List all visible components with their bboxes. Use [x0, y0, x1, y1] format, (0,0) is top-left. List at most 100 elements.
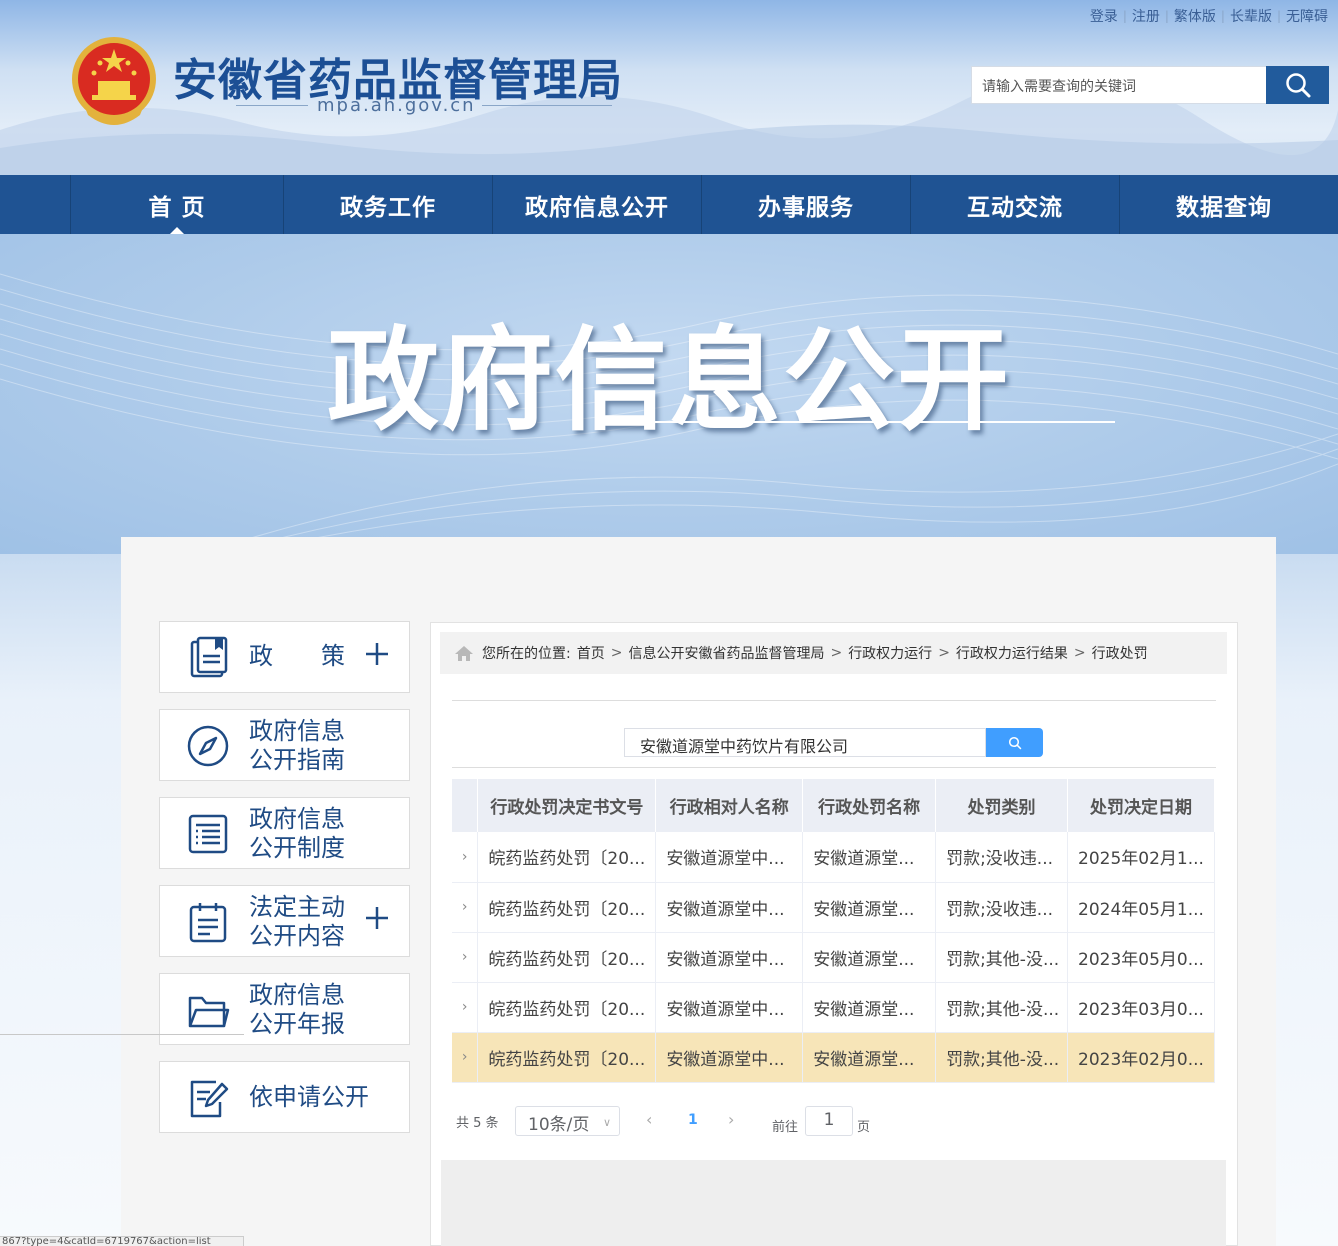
table-row-highlighted[interactable]: › 皖药监药处罚〔20... 安徽道源堂中... 安徽道源堂... 罚款;其他-…: [452, 1032, 1215, 1083]
table-cell: 安徽道源堂中...: [655, 1032, 804, 1083]
breadcrumb-link-power-operation[interactable]: 行政权力运行: [848, 643, 932, 663]
page-size-select[interactable]: 10条/页 ∨: [515, 1106, 620, 1136]
banner-underline: [602, 421, 1115, 423]
sidebar-item-label: 政府信息 公开制度: [249, 805, 345, 862]
elder-mode-link[interactable]: 长辈版: [1230, 6, 1272, 26]
goto-label: 前往: [772, 1120, 799, 1135]
table-cell: 安徽道源堂...: [802, 932, 937, 983]
penalty-search-button[interactable]: [986, 728, 1043, 757]
expand-plus-icon[interactable]: [363, 904, 391, 932]
table-cell: 2024年05月1...: [1067, 882, 1215, 933]
sidebar-item-label: 依申请公开: [249, 1083, 369, 1111]
table-cell: 罚款;没收违...: [935, 832, 1069, 883]
prev-page-button[interactable]: ‹: [646, 1110, 652, 1129]
clipboard-icon: [189, 903, 227, 943]
table-cell: 安徽道源堂...: [802, 882, 937, 933]
nav-item-government-affairs[interactable]: 政务工作: [283, 175, 492, 234]
site-domain: mpa.ah.gov.cn: [317, 95, 476, 116]
site-header: 登录 | 注册 | 繁体版 | 长辈版 | 无障碍 安徽省药品监督管理局 mpa.ah.…: [0, 0, 1338, 175]
sidebar-item-label: 法定主动 公开内容: [249, 893, 345, 950]
expand-plus-icon[interactable]: [363, 640, 391, 668]
compass-icon: [187, 725, 229, 767]
banner: 政府信息公开: [0, 234, 1338, 554]
expand-row-icon[interactable]: ›: [452, 832, 479, 883]
nav-item-info-disclosure[interactable]: 政府信息公开: [492, 175, 701, 234]
sidebar-item-label: 政府信息 公开指南: [249, 717, 345, 774]
nav-item-services[interactable]: 办事服务: [701, 175, 910, 234]
table-cell: 安徽道源堂...: [802, 1032, 937, 1083]
sidebar-item-apply-disclosure[interactable]: 依申请公开: [159, 1061, 410, 1133]
divider: [236, 105, 308, 106]
table-cell: 安徽道源堂...: [802, 982, 937, 1033]
breadcrumb-link-home[interactable]: 首页: [577, 643, 605, 663]
page-size-value: 10条/页: [528, 1115, 590, 1135]
table-cell: 罚款;其他-没...: [935, 1032, 1069, 1083]
footer-placeholder: [441, 1160, 1226, 1246]
national-emblem-icon[interactable]: [70, 35, 158, 127]
divider: [452, 700, 1216, 701]
home-icon: [455, 646, 473, 661]
edit-form-icon: [190, 1080, 229, 1118]
divider: [482, 105, 612, 106]
nav-item-interaction[interactable]: 互动交流: [910, 175, 1119, 234]
expand-row-icon[interactable]: ›: [452, 982, 479, 1033]
search-icon: [1285, 73, 1310, 98]
register-link[interactable]: 注册: [1132, 6, 1160, 26]
next-page-button[interactable]: ›: [728, 1110, 734, 1129]
breadcrumb-link-penalty[interactable]: 行政处罚: [1092, 643, 1148, 663]
table-cell: 皖药监药处罚〔20...: [477, 1032, 657, 1083]
breadcrumb-link-power-results[interactable]: 行政权力运行结果: [956, 643, 1068, 663]
table-cell: 2023年02月0...: [1067, 1032, 1215, 1083]
table-cell: 2023年05月0...: [1067, 932, 1215, 983]
sidebar-item-policy[interactable]: 政 策: [159, 621, 410, 693]
page-number-current[interactable]: 1: [688, 1112, 698, 1128]
sidebar-item-mandatory-content[interactable]: 法定主动 公开内容: [159, 885, 410, 957]
divider: [0, 1034, 244, 1035]
search-icon: [1008, 736, 1021, 749]
breadcrumb-prefix: 您所在的位置:: [482, 646, 571, 662]
list-icon: [188, 814, 228, 854]
expand-row-icon[interactable]: ›: [452, 932, 479, 983]
breadcrumb-link-disclosure[interactable]: 信息公开安徽省药品监督管理局: [628, 643, 824, 663]
top-links: 登录 | 注册 | 繁体版 | 长辈版 | 无障碍: [1090, 6, 1328, 26]
expand-column-header: [452, 779, 479, 832]
accessibility-link[interactable]: 无障碍: [1286, 6, 1328, 26]
table-cell: 安徽道源堂...: [802, 832, 937, 883]
chevron-down-icon: ∨: [602, 1116, 611, 1129]
table-cell: 2025年02月1...: [1067, 832, 1215, 883]
sidebar-item-disclosure-system[interactable]: 政府信息 公开制度: [159, 797, 410, 869]
nav-item-data-query[interactable]: 数据查询: [1119, 175, 1328, 234]
table-row[interactable]: › 皖药监药处罚〔20... 安徽道源堂中... 安徽道源堂... 罚款;没收违…: [452, 832, 1215, 883]
nav-item-home[interactable]: 首 页: [70, 175, 283, 234]
pagination-total: 共 5 条: [456, 1115, 499, 1131]
table-cell: 皖药监药处罚〔20...: [477, 932, 657, 983]
table-cell: 皖药监药处罚〔20...: [477, 832, 657, 883]
table-row[interactable]: › 皖药监药处罚〔20... 安徽道源堂中... 安徽道源堂... 罚款;其他-…: [452, 982, 1215, 1033]
sidebar-item-label: 政 策: [249, 642, 345, 670]
traditional-chinese-link[interactable]: 繁体版: [1174, 6, 1216, 26]
goto-page-input[interactable]: 1: [805, 1106, 853, 1136]
column-header: 行政处罚名称: [802, 779, 937, 832]
table-cell: 安徽道源堂中...: [655, 882, 804, 933]
breadcrumb: 您所在的位置: 首页 > 信息公开安徽省药品监督管理局 > 行政权力运行 > 行…: [440, 632, 1227, 674]
sidebar-item-label: 政府信息 公开年报: [249, 981, 345, 1038]
penalty-table: 行政处罚决定书文号 行政相对人名称 行政处罚名称 处罚类别 处罚决定日期 › 皖…: [452, 779, 1215, 1083]
table-row[interactable]: › 皖药监药处罚〔20... 安徽道源堂中... 安徽道源堂... 罚款;没收违…: [452, 882, 1215, 933]
table-row[interactable]: › 皖药监药处罚〔20... 安徽道源堂中... 安徽道源堂... 罚款;其他-…: [452, 932, 1215, 983]
page-suffix-label: 页: [857, 1120, 871, 1135]
table-cell: 安徽道源堂中...: [655, 832, 804, 883]
site-search-input[interactable]: 请输入需要查询的关键词: [971, 66, 1267, 104]
login-link[interactable]: 登录: [1090, 6, 1118, 26]
column-header: 行政处罚决定书文号: [477, 779, 657, 832]
table-cell: 罚款;其他-没...: [935, 982, 1069, 1033]
divider: [452, 767, 1216, 768]
table-header-row: 行政处罚决定书文号 行政相对人名称 行政处罚名称 处罚类别 处罚决定日期: [452, 779, 1215, 832]
site-search-button[interactable]: [1266, 66, 1329, 104]
expand-row-icon[interactable]: ›: [452, 1032, 479, 1083]
sidebar-item-disclosure-guide[interactable]: 政府信息 公开指南: [159, 709, 410, 781]
expand-row-icon[interactable]: ›: [452, 882, 479, 933]
banner-title: 政府信息公开: [327, 316, 1011, 446]
table-cell: 安徽道源堂中...: [655, 932, 804, 983]
table-cell: 罚款;没收违...: [935, 882, 1069, 933]
penalty-search-input[interactable]: 安徽道源堂中药饮片有限公司: [624, 728, 986, 757]
